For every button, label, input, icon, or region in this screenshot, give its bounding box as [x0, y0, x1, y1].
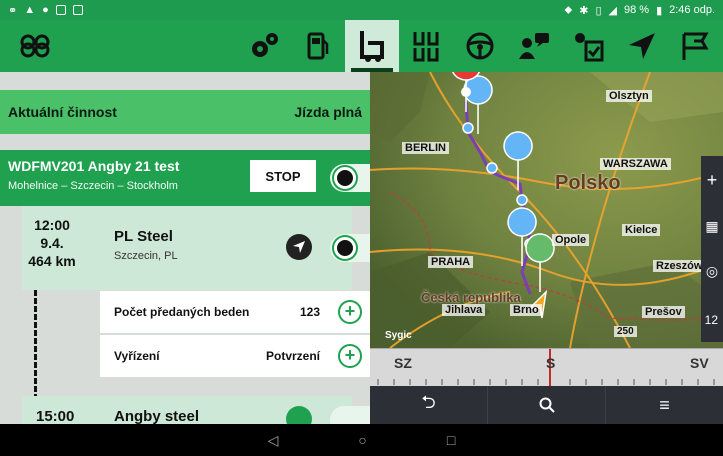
task-checklist-icon[interactable]	[561, 20, 615, 72]
image-icon	[55, 5, 66, 15]
clock: 2:46 odp.	[669, 4, 715, 16]
sygic-logo: Sygic	[385, 330, 412, 341]
field-boxes-delivered[interactable]: Počet předaných beden 123 +	[100, 291, 370, 333]
navigation-arrow-icon	[293, 241, 305, 253]
field-label: Vyřízení	[114, 349, 160, 363]
app-logo-icon[interactable]	[0, 20, 70, 72]
stop-card[interactable]: 12:00 9.4. 464 km PL Steel Szczecin, PL	[22, 206, 370, 290]
status-icons-left: ⚭ ▲ ●	[8, 4, 83, 17]
next-stop-name: Angby steel	[114, 408, 200, 424]
next-stop-card[interactable]: 15:00 Angby steel	[22, 396, 370, 424]
system-home-icon[interactable]: ○	[358, 432, 366, 448]
layers-icon[interactable]: ▦	[705, 218, 718, 235]
map-scale: 250	[614, 326, 637, 337]
trailer-axles-icon[interactable]	[399, 20, 453, 72]
job-expand-icon	[334, 167, 356, 189]
navigate-to-stop-button[interactable]	[286, 234, 312, 260]
main-toolbar	[0, 20, 723, 72]
status-bar: ⚭ ▲ ● ⬥ ✱ ▯ ◢ 98 % ▮ 2:46 odp.	[0, 0, 723, 20]
compass-center: S	[546, 355, 556, 371]
status-icons-right: ⬥ ✱ ▯ ◢ 98 % ▮ 2:46 odp.	[565, 4, 715, 17]
current-activity-status: Jízda plná	[294, 104, 362, 120]
current-activity-bar[interactable]: Aktuální činnost Jízda plná	[0, 90, 370, 134]
stop-time-block: 12:00 9.4. 464 km	[22, 216, 82, 270]
map-label-praha: PRAHA	[428, 256, 474, 268]
system-back-icon[interactable]: ◁	[268, 432, 279, 449]
steering-wheel-icon[interactable]	[453, 20, 507, 72]
compass-left: SZ	[394, 355, 412, 371]
search-icon[interactable]	[488, 386, 606, 424]
field-value: 123	[299, 305, 320, 319]
map-label-brno: Brno	[510, 304, 542, 316]
signal-icon: ◢	[608, 4, 617, 17]
stop-expand-icon	[334, 237, 356, 259]
job-card[interactable]: WDFMV201 Angby 21 test Mohelnice – Szcze…	[0, 150, 370, 206]
field-resolution[interactable]: Vyřízení Potvrzení +	[100, 335, 370, 377]
plus-icon[interactable]: +	[338, 300, 362, 324]
compass-right: SV	[690, 355, 709, 371]
map-label-warszawa: WARSZAWA	[600, 158, 671, 170]
map-label-berlin: BERLIN	[402, 142, 449, 154]
map-label-olsztyn: Olsztyn	[606, 90, 652, 102]
stop-distance: 464 km	[28, 253, 76, 269]
truck-icon[interactable]	[345, 20, 399, 72]
stop-location: Szczecin, PL	[114, 250, 178, 262]
stop-button[interactable]: STOP	[250, 160, 316, 192]
stop-name: PL Steel	[114, 228, 173, 245]
back-icon[interactable]: ⮌	[370, 386, 488, 424]
location-icon: ⬥	[564, 3, 573, 16]
navigation-arrow-icon[interactable]	[615, 20, 669, 72]
plus-icon[interactable]: +	[338, 344, 362, 368]
zoom-search-icon[interactable]: ◎	[706, 263, 718, 280]
job-route: Mohelnice – Szczecin – Stockholm	[8, 180, 178, 192]
map-label-jihlava: Jihlava	[442, 304, 486, 316]
map-label-opole: Opole	[552, 234, 590, 246]
record-icon: ●	[42, 4, 49, 16]
bluetooth-icon: ✱	[579, 4, 589, 17]
job-title: WDFMV201 Angby 21 test	[8, 158, 180, 174]
battery-icon: ▮	[656, 4, 663, 17]
clipboard-icon	[72, 5, 83, 15]
next-stop-expand-toggle[interactable]	[330, 406, 370, 424]
current-activity-label: Aktuální činnost	[8, 104, 117, 120]
stop-time: 12:00	[34, 217, 70, 233]
vibrate-icon: ▯	[595, 4, 602, 17]
map-label-ceska: Česká republika	[421, 290, 521, 305]
next-stop-time: 15:00	[36, 408, 75, 424]
map-badge: 12	[701, 312, 721, 328]
compass-strip: SZ S SV	[370, 348, 723, 387]
finish-flag-icon[interactable]	[669, 20, 723, 72]
warning-icon: ▲	[24, 4, 36, 16]
battery-percent: 98 %	[623, 4, 650, 16]
map-label-rzeszow: Rzeszów	[653, 260, 706, 272]
zoom-in-icon[interactable]: +	[707, 170, 718, 191]
menu-icon[interactable]: ≡	[606, 386, 723, 424]
map-bottom-bar: ⮌ ≡	[370, 386, 723, 424]
next-stop-nav-button[interactable]	[286, 406, 312, 424]
system-recents-icon[interactable]: □	[447, 432, 455, 448]
driver-message-icon[interactable]	[507, 20, 561, 72]
fuel-icon[interactable]	[291, 20, 345, 72]
stop-date: 9.4.	[40, 235, 64, 251]
activity-panel: Aktuální činnost Jízda plná WDFMV201 Ang…	[0, 72, 370, 424]
map-label-kielce: Kielce	[622, 224, 661, 236]
map-label-polsko: Polsko	[555, 172, 621, 194]
field-value: Potvrzení	[265, 349, 320, 363]
map-label-presov: Prešov	[642, 306, 685, 318]
map-view[interactable]: Olsztyn BERLIN WARSZAWA Polsko Kielce Op…	[370, 72, 723, 348]
settings-gears-icon[interactable]	[237, 20, 291, 72]
field-label: Počet předaných beden	[114, 305, 250, 319]
link-icon: ⚭	[8, 4, 18, 17]
system-nav-bar: ◁ ○ □	[0, 424, 723, 456]
